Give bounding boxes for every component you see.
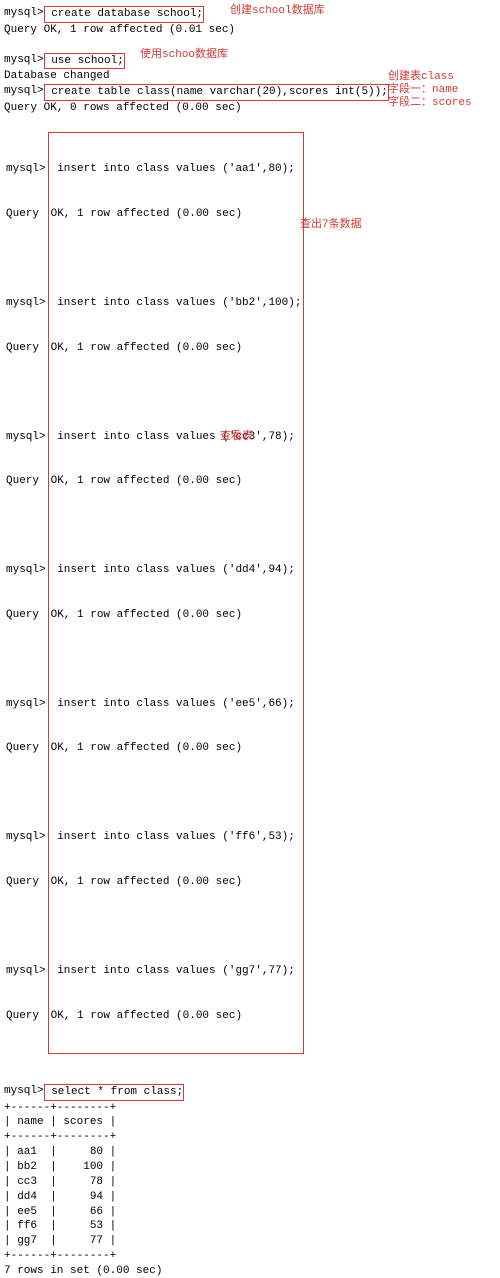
line-use-db: mysql> use school; — [4, 53, 496, 70]
table-border: +------+--------+ — [4, 1249, 496, 1264]
table-row: | ee5 | 66 | — [4, 1205, 496, 1220]
mysql-prompt: mysql> — [4, 54, 44, 66]
table-row: | bb2 | 100 | — [4, 1160, 496, 1175]
cmd-select: select * from class; — [44, 1084, 185, 1101]
inserts-block: mysql> Query mysql> Query mysql> Query m… — [4, 132, 304, 1054]
cmd-use-db: use school; — [44, 53, 125, 70]
result-footer: 7 rows in set (0.00 sec) — [4, 1264, 496, 1278]
note-use-db: 使用schoo数据库 — [140, 48, 228, 63]
table-row: | aa1 | 80 | — [4, 1145, 496, 1160]
mysql-prompt: mysql> — [4, 1085, 44, 1097]
inserts-bordered: insert into class values ('aa1',80); OK,… — [48, 132, 304, 1053]
table-row: | cc3 | 78 | — [4, 1175, 496, 1190]
note-inserts: 查出7条数据 — [300, 218, 362, 233]
note-create-db: 创建school数据库 — [230, 4, 325, 19]
terminal: 创建school数据库 使用schoo数据库 创建表class 字段一：name… — [0, 0, 500, 1278]
mysql-prompt: mysql> — [4, 7, 44, 19]
table-row: | dd4 | 94 | — [4, 1190, 496, 1205]
resp-create-db: Query OK, 1 row affected (0.01 sec) — [4, 23, 496, 38]
table-row: | ff6 | 53 | — [4, 1219, 496, 1234]
note-select: 查看表 — [220, 430, 253, 445]
cmd-create-database: create database school; — [44, 6, 204, 23]
table-row: | gg7 | 77 | — [4, 1234, 496, 1249]
table-border: +------+--------+ — [4, 1130, 496, 1145]
table-header: | name | scores | — [4, 1115, 496, 1130]
mysql-prompt: mysql> — [4, 85, 44, 97]
line-select: mysql> select * from class; — [4, 1084, 496, 1101]
prompt-col: mysql> Query mysql> Query mysql> Query m… — [4, 132, 48, 1053]
note-field2: 字段二：scores — [388, 96, 472, 111]
cmd-create-table: create table class(name varchar(20),scor… — [44, 84, 389, 101]
table-border: +------+--------+ — [4, 1101, 496, 1116]
